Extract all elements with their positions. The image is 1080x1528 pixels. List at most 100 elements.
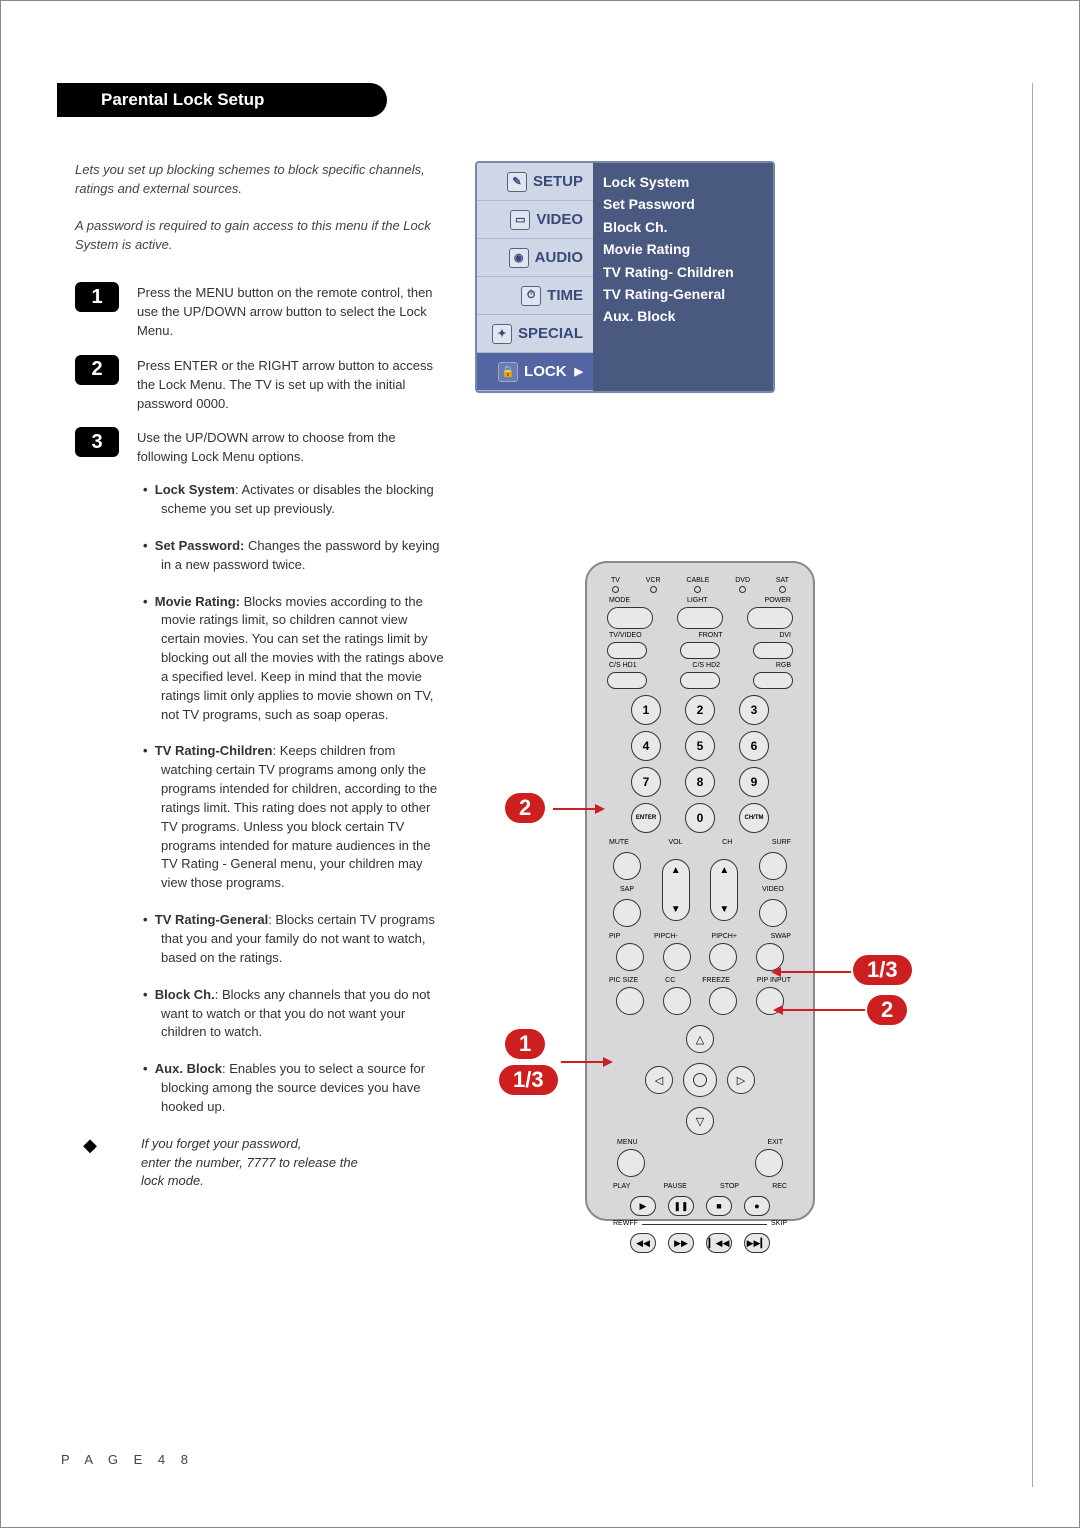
- step-3: 3 Use the UP/DOWN arrow to choose from t…: [75, 427, 445, 467]
- ch-rocker[interactable]: ▲▼: [710, 859, 738, 921]
- ff-button[interactable]: ▶▶: [668, 1233, 694, 1253]
- bullet-tv-children: • TV Rating-Children: Keeps children fro…: [143, 742, 445, 893]
- rew-button[interactable]: ◀◀: [630, 1233, 656, 1253]
- osd-tabs: ✎SETUP ▭VIDEO ◉AUDIO ⏱TIME ✦SPECIAL 🔒LOC…: [477, 163, 593, 391]
- dpad-up[interactable]: △: [686, 1025, 714, 1053]
- arrow-icon: [773, 971, 851, 973]
- step-text: Press the MENU button on the remote cont…: [137, 282, 445, 341]
- num-2[interactable]: 2: [685, 695, 715, 725]
- rgb-button[interactable]: [753, 672, 793, 689]
- stop-button[interactable]: ■: [706, 1196, 732, 1216]
- step-text: Use the UP/DOWN arrow to choose from the…: [137, 427, 445, 467]
- enter-button[interactable]: ENTER: [631, 803, 661, 833]
- cc-button[interactable]: [663, 987, 691, 1015]
- led-icon: [650, 586, 657, 593]
- bullet-block-ch: • Block Ch.: Blocks any channels that yo…: [143, 986, 445, 1043]
- osd-tab-special[interactable]: ✦SPECIAL: [477, 315, 593, 353]
- callout-2-b: 2: [867, 995, 907, 1025]
- pause-button[interactable]: ❚❚: [668, 1196, 694, 1216]
- callout-1-3-b: 1/3: [853, 955, 912, 985]
- bullet-tv-general: • TV Rating-General: Blocks certain TV p…: [143, 911, 445, 968]
- tvvideo-button[interactable]: [607, 642, 647, 659]
- osd-opt[interactable]: Aux. Block: [603, 305, 763, 327]
- mode-button[interactable]: [607, 607, 653, 629]
- surf-button[interactable]: [759, 852, 787, 880]
- callout-2: 2: [505, 793, 545, 823]
- freeze-button[interactable]: [709, 987, 737, 1015]
- osd-options: Lock System Set Password Block Ch. Movie…: [593, 163, 773, 391]
- osd-tab-time[interactable]: ⏱TIME: [477, 277, 593, 315]
- num-0[interactable]: 0: [685, 803, 715, 833]
- wrench-icon: ✎: [507, 172, 527, 192]
- osd-opt[interactable]: TV Rating- Children: [603, 261, 763, 283]
- skip-fwd-button[interactable]: ▶▶▎: [744, 1233, 770, 1253]
- note-text: If you forget your password, enter the n…: [141, 1135, 358, 1192]
- num-1[interactable]: 1: [631, 695, 661, 725]
- play-button[interactable]: ▶: [630, 1196, 656, 1216]
- osd-tab-audio[interactable]: ◉AUDIO: [477, 239, 593, 277]
- note-row: ◆ If you forget your password, enter the…: [75, 1135, 445, 1192]
- rec-button[interactable]: ●: [744, 1196, 770, 1216]
- chtm-button[interactable]: CH/TM: [739, 803, 769, 833]
- led-icon: [694, 586, 701, 593]
- step-text: Press ENTER or the RIGHT arrow button to…: [137, 355, 445, 414]
- vol-rocker[interactable]: ▲▼: [662, 859, 690, 921]
- step-badge: 3: [75, 427, 119, 457]
- section-header: Parental Lock Setup: [57, 83, 387, 117]
- diamond-icon: ◆: [75, 1135, 105, 1156]
- front-button[interactable]: [680, 642, 720, 659]
- skip-back-button[interactable]: ▎◀◀: [706, 1233, 732, 1253]
- num-6[interactable]: 6: [739, 731, 769, 761]
- osd-opt[interactable]: TV Rating-General: [603, 283, 763, 305]
- pip-button[interactable]: [616, 943, 644, 971]
- osd-opt[interactable]: Set Password: [603, 193, 763, 215]
- intro-p2: A password is required to gain access to…: [75, 217, 445, 255]
- bullet-set-password: • Set Password: Changes the password by …: [143, 537, 445, 575]
- menu-button[interactable]: [617, 1149, 645, 1177]
- num-5[interactable]: 5: [685, 731, 715, 761]
- num-9[interactable]: 9: [739, 767, 769, 797]
- osd-opt[interactable]: Movie Rating: [603, 238, 763, 260]
- num-3[interactable]: 3: [739, 695, 769, 725]
- intro-p1: Lets you set up blocking schemes to bloc…: [75, 161, 445, 199]
- screen-icon: ▭: [510, 210, 530, 230]
- osd-opt[interactable]: Block Ch.: [603, 216, 763, 238]
- osd-tab-setup[interactable]: ✎SETUP: [477, 163, 593, 201]
- exit-button[interactable]: [755, 1149, 783, 1177]
- video-button[interactable]: [759, 899, 787, 927]
- chevron-right-icon: ▶: [575, 365, 583, 378]
- mute-button[interactable]: [613, 852, 641, 880]
- bullet-movie-rating: • Movie Rating: Blocks movies according …: [143, 593, 445, 725]
- dpad-right[interactable]: ▷: [727, 1066, 755, 1094]
- dvi-button[interactable]: [753, 642, 793, 659]
- callout-1: 1: [505, 1029, 545, 1059]
- osd-tab-video[interactable]: ▭VIDEO: [477, 201, 593, 239]
- indicator-row: TV VCR CABLE DVD SAT: [611, 577, 789, 593]
- clock-icon: ⏱: [521, 286, 541, 306]
- led-icon: [779, 586, 786, 593]
- power-button[interactable]: [747, 607, 793, 629]
- osd-opt[interactable]: Lock System: [603, 171, 763, 193]
- led-icon: [739, 586, 746, 593]
- arrow-icon: [775, 1009, 865, 1011]
- sap-button[interactable]: [613, 899, 641, 927]
- pipch-minus-button[interactable]: [663, 943, 691, 971]
- arrow-icon: [553, 808, 603, 810]
- pipch-plus-button[interactable]: [709, 943, 737, 971]
- light-button[interactable]: [677, 607, 723, 629]
- osd-tab-lock[interactable]: 🔒LOCK▶: [477, 353, 593, 391]
- instruction-column: Lets you set up blocking schemes to bloc…: [75, 161, 445, 1191]
- step-2: 2 Press ENTER or the RIGHT arrow button …: [75, 355, 445, 414]
- cshd1-button[interactable]: [607, 672, 647, 689]
- osd-menu: ✎SETUP ▭VIDEO ◉AUDIO ⏱TIME ✦SPECIAL 🔒LOC…: [475, 161, 775, 393]
- dpad-left[interactable]: ◁: [645, 1066, 673, 1094]
- num-4[interactable]: 4: [631, 731, 661, 761]
- bullet-aux-block: • Aux. Block: Enables you to select a so…: [143, 1060, 445, 1117]
- dpad-enter[interactable]: [683, 1063, 717, 1097]
- picsize-button[interactable]: [616, 987, 644, 1015]
- cshd2-button[interactable]: [680, 672, 720, 689]
- num-8[interactable]: 8: [685, 767, 715, 797]
- dpad-down[interactable]: ▽: [686, 1107, 714, 1135]
- num-7[interactable]: 7: [631, 767, 661, 797]
- remote-control: TV VCR CABLE DVD SAT MODELIGHTPOWER: [585, 561, 815, 1221]
